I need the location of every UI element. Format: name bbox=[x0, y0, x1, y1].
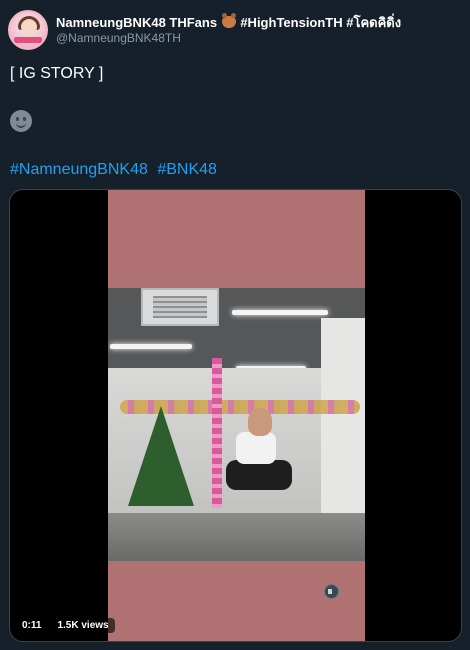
tweet-header: NamneungBNK48 THFans #HighTensionTH #โคด… bbox=[8, 8, 401, 52]
avatar[interactable] bbox=[8, 10, 48, 50]
video-views: 1.5K views bbox=[51, 618, 115, 633]
video-player[interactable]: 0:11 1.5K views bbox=[9, 189, 462, 642]
display-name[interactable]: NamneungBNK48 THFans #HighTensionTH #โคด… bbox=[56, 13, 402, 31]
mute-icon[interactable] bbox=[324, 584, 339, 599]
display-name-text: NamneungBNK48 THFans bbox=[56, 15, 218, 30]
ceiling-light bbox=[110, 344, 192, 349]
video-frame bbox=[108, 190, 365, 641]
slight-smile-emoji-icon bbox=[10, 110, 32, 132]
person-legs bbox=[226, 460, 292, 490]
video-scene bbox=[108, 288, 365, 561]
person bbox=[226, 408, 296, 518]
side-wall bbox=[321, 318, 365, 518]
avatar-face bbox=[21, 19, 37, 35]
tweet-card: NamneungBNK48 THFans #HighTensionTH #โคด… bbox=[0, 0, 470, 650]
bear-emoji-icon bbox=[221, 13, 236, 28]
ceiling-vent bbox=[141, 288, 219, 326]
hashtag-namneungbnk48[interactable]: #NamneungBNK48 bbox=[10, 161, 148, 178]
video-meta: 0:11 1.5K views bbox=[16, 618, 119, 633]
ceiling-light bbox=[232, 310, 328, 315]
avatar-tag bbox=[14, 37, 42, 43]
tweet-text: [ IG STORY ] bbox=[10, 65, 104, 82]
floor bbox=[108, 513, 365, 561]
video-time: 0:11 bbox=[16, 618, 48, 633]
handle[interactable]: @NamneungBNK48TH bbox=[56, 31, 401, 46]
person-head bbox=[248, 408, 272, 436]
author-names: NamneungBNK48 THFans #HighTensionTH #โคด… bbox=[56, 13, 402, 46]
person-body bbox=[236, 432, 276, 464]
display-name-tags: #HighTensionTH #โคดคิดิ่ง bbox=[240, 15, 402, 30]
decorated-pole bbox=[212, 358, 222, 508]
hashtags: #NamneungBNK48 #BNK48 bbox=[10, 160, 222, 180]
hashtag-bnk48[interactable]: #BNK48 bbox=[157, 161, 217, 178]
christmas-tree bbox=[128, 406, 194, 506]
